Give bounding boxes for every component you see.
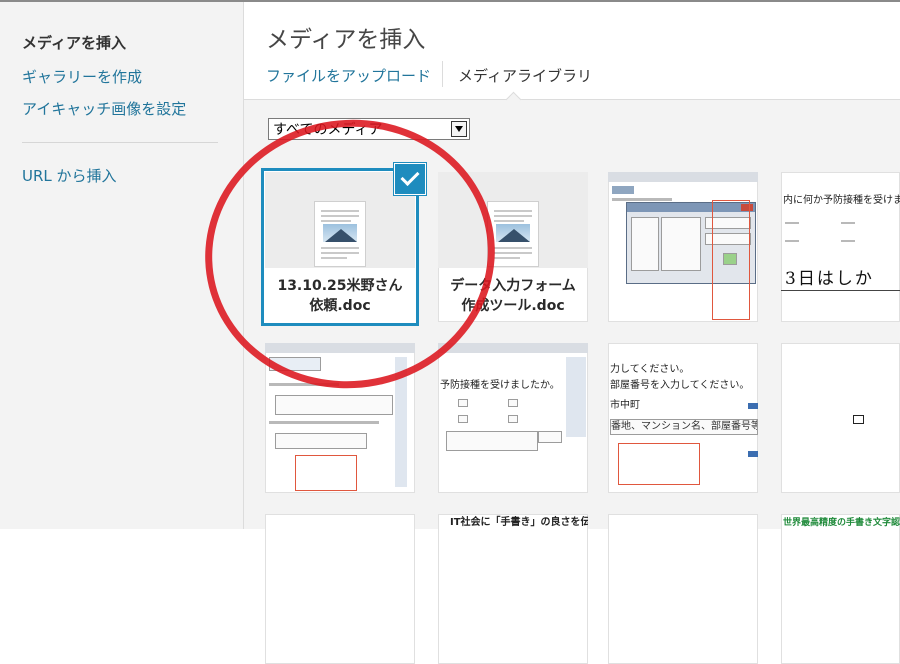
tab-upload-files[interactable]: ファイルをアップロード [266,65,431,86]
small-image-icon [853,415,864,424]
attachment-tile-image-8[interactable] [781,343,900,493]
attachment-tile-doc-1[interactable]: 13.10.25米野さん依頼.doc [265,172,415,322]
page-title: メディアを挿入 [266,27,426,53]
sidebar-item-create-gallery[interactable]: ギャラリーを作成 [22,66,142,87]
document-thumbnail [265,172,415,268]
selected-check-icon[interactable] [395,164,425,194]
attachment-filename: 13.10.25米野さん依頼.doc [277,278,403,314]
attachment-tile-image-9[interactable] [265,514,415,664]
tab-divider [442,61,443,87]
attachment-tile-image-6[interactable]: 予防接種を受けましたか。 [438,343,588,493]
attachment-tile-image-5[interactable] [265,343,415,493]
attachment-tile-image-3[interactable] [608,172,758,322]
document-thumbnail [438,172,588,268]
attachment-tile-image-4[interactable]: 内に何か予防接種を受けましたか。 3日はしか [781,172,900,322]
attachment-tile-image-12[interactable]: 世界最高精度の手書き文字認識技術を [781,514,900,664]
media-sidebar: メディアを挿入 ギャラリーを作成 アイキャッチ画像を設定 URL から挿入 [0,2,244,529]
tabs-bottom-border [244,99,900,100]
sidebar-item-insert-media[interactable]: メディアを挿入 [22,32,126,53]
attachment-tile-image-11[interactable] [608,514,758,664]
attachment-tile-doc-2[interactable]: データ入力フォーム作成ツール.doc [438,172,588,322]
sidebar-item-insert-from-url[interactable]: URL から挿入 [22,165,117,186]
document-icon [315,202,365,266]
media-filter-value: すべてのメディア [273,122,383,138]
attachment-tile-image-10[interactable]: IT社会に「手書き」の良さを伝える [438,514,588,664]
dropdown-arrow-icon[interactable] [451,121,467,137]
attachment-filename: データ入力フォーム作成ツール.doc [450,278,576,314]
document-icon [488,202,538,266]
sidebar-item-set-featured-image[interactable]: アイキャッチ画像を設定 [22,98,186,119]
media-filter-select[interactable]: すべてのメディア [268,118,470,140]
sidebar-separator [22,142,218,143]
tab-media-library[interactable]: メディアライブラリ [458,65,592,86]
attachment-tile-image-7[interactable]: 力してください。 部屋番号を入力してください。 市中町 番地、マンション名、部屋… [608,343,758,493]
